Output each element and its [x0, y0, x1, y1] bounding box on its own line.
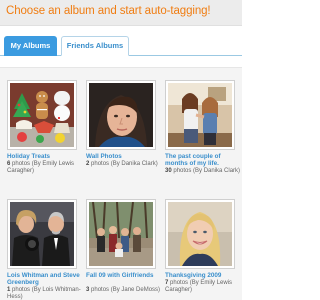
album-card[interactable]: Fall 09 with Girlfriends 3 photos (By Ja… — [86, 199, 162, 300]
portrait-photo — [89, 83, 153, 147]
album-tabs: My Albums Friends Albums — [0, 36, 242, 56]
album-thumbnail[interactable] — [165, 199, 235, 269]
photo-count-suffix: photos (By Emily Lewis Caragher) — [7, 161, 75, 174]
album-title[interactable]: Fall 09 with Girlfriends — [86, 272, 162, 279]
photo-count-suffix: photos (By Danika Clark) — [91, 161, 158, 167]
header-banner: Choose an album and start auto-tagging! — [0, 0, 242, 26]
album-thumbnail[interactable] — [7, 80, 77, 150]
album-title[interactable]: The past couple of months of my life. — [165, 153, 241, 167]
album-card[interactable]: Wall Photos 2 photos (By Danika Clark) — [86, 80, 162, 188]
photo-count: 6 — [7, 161, 11, 167]
banner-heading: Choose an album and start auto-tagging! — [6, 5, 211, 17]
photo-count-suffix: photos (By Danika Clark) — [173, 168, 241, 174]
album-title[interactable]: Thanksgiving 2009 — [165, 272, 241, 279]
tab-my-albums[interactable]: My Albums — [4, 36, 57, 56]
tab-friends-albums[interactable]: Friends Albums — [61, 36, 129, 56]
album-thumbnail[interactable] — [86, 80, 156, 150]
album-card[interactable]: Lois Whitman and Steve Greenberg 1 photo… — [7, 199, 83, 300]
photo-count: 30 — [165, 168, 172, 174]
photo-count: 2 — [86, 161, 90, 167]
album-card[interactable]: The past couple of months of my life. 30… — [165, 80, 241, 188]
album-grid: Holiday Treats 6 photos (By Emily Lewis … — [0, 67, 242, 300]
album-meta: 7 photos (By Emily Lewis Caragher) — [165, 280, 241, 294]
photo-count: 1 — [7, 287, 11, 293]
smiling-woman-photo — [168, 202, 232, 266]
album-card[interactable]: Holiday Treats 6 photos (By Emily Lewis … — [7, 80, 83, 188]
album-card[interactable]: Thanksgiving 2009 7 photos (By Emily Lew… — [165, 199, 241, 300]
album-title[interactable]: Wall Photos — [86, 153, 162, 160]
album-thumbnail[interactable] — [165, 80, 235, 150]
friends-photo — [168, 83, 232, 147]
album-meta: 3 photos (By Jane DeMoss) — [86, 287, 162, 294]
album-title[interactable]: Lois Whitman and Steve Greenberg — [7, 272, 83, 286]
photo-count-suffix: photos (By Emily Lewis Caragher) — [165, 280, 233, 293]
couple-photo — [10, 202, 74, 266]
cookies-photo — [10, 83, 74, 147]
photo-count-suffix: photos (By Lois Whitman-Hess) — [7, 287, 81, 300]
album-meta: 2 photos (By Danika Clark) — [86, 161, 162, 168]
album-meta: 1 photos (By Lois Whitman-Hess) — [7, 287, 83, 300]
album-meta: 6 photos (By Emily Lewis Caragher) — [7, 161, 83, 175]
photo-count-suffix: photos (By Jane DeMoss) — [91, 287, 161, 293]
photo-count: 7 — [165, 280, 169, 286]
album-meta: 30 photos (By Danika Clark) — [165, 168, 241, 175]
album-title[interactable]: Holiday Treats — [7, 153, 83, 160]
album-thumbnail[interactable] — [86, 199, 156, 269]
group-photo — [89, 202, 153, 266]
album-thumbnail[interactable] — [7, 199, 77, 269]
photo-count: 3 — [86, 287, 90, 293]
